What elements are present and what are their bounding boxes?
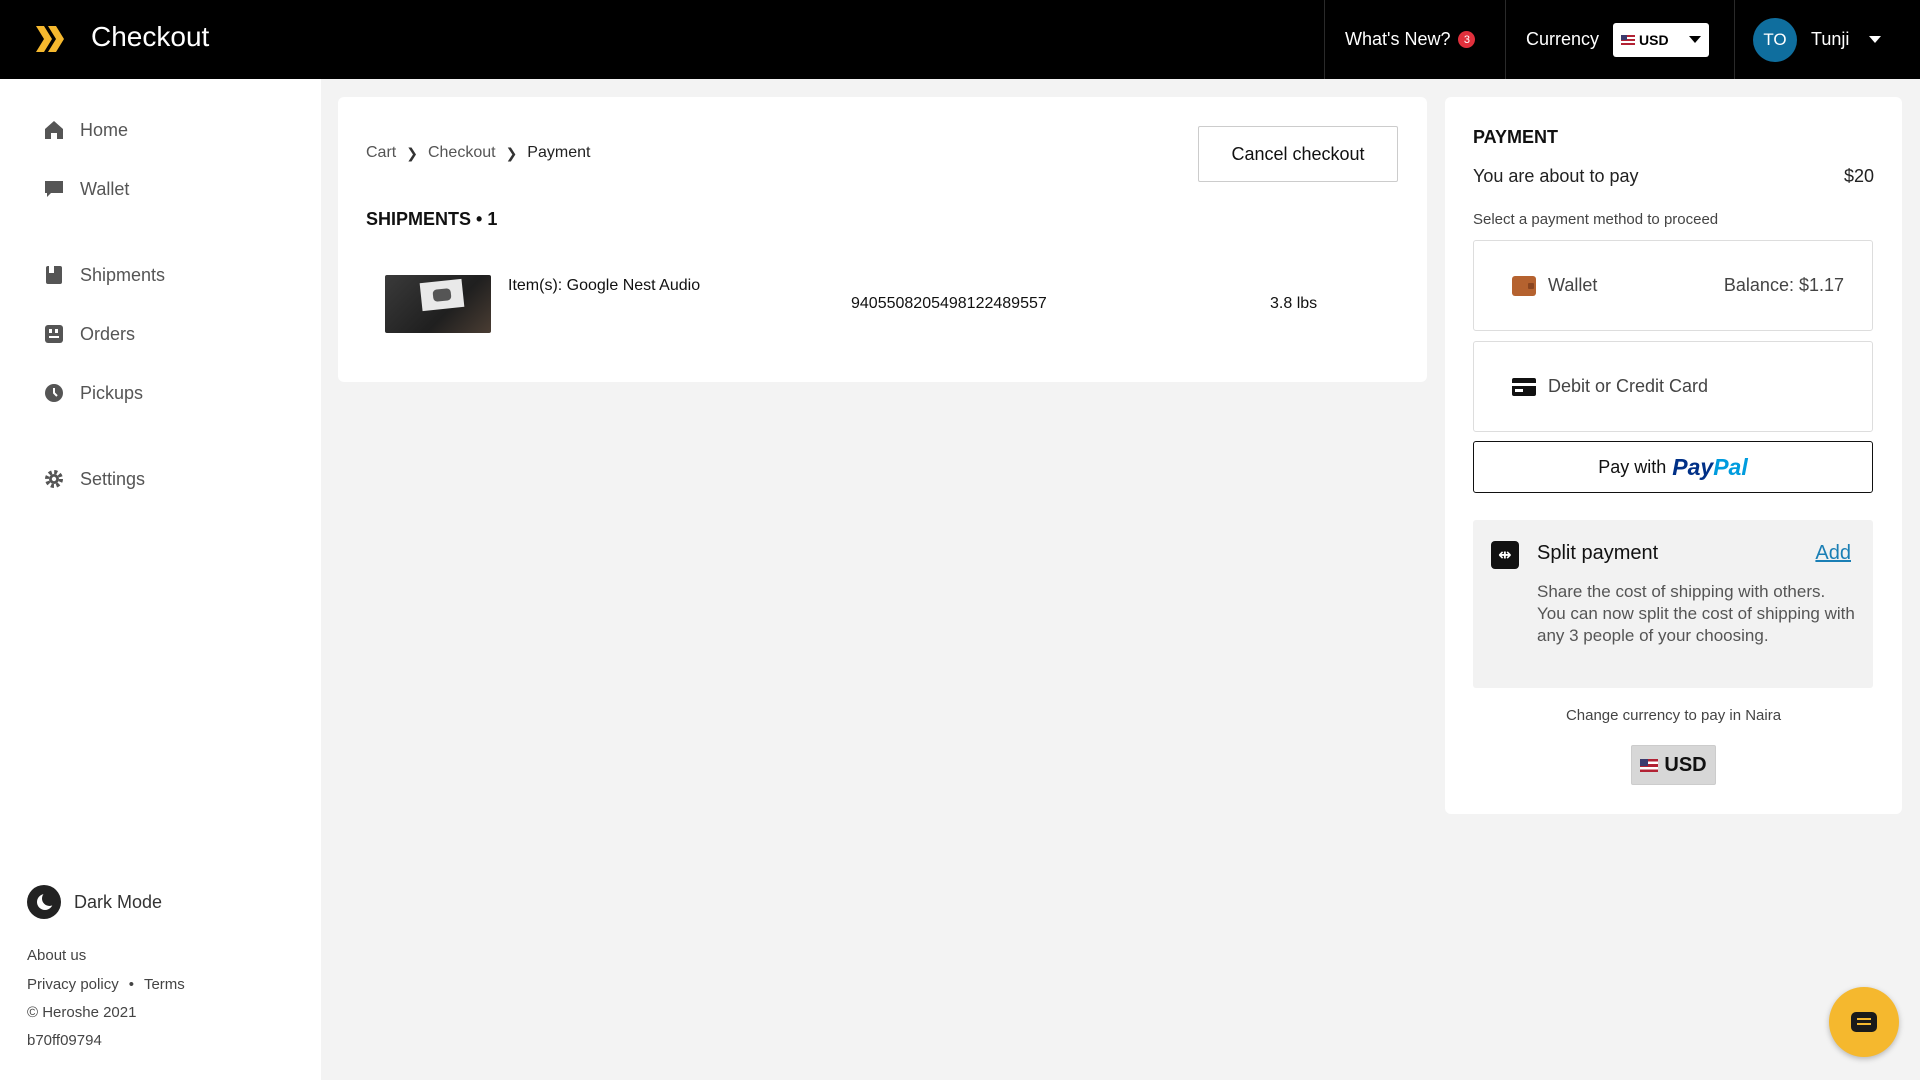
us-flag-icon — [1640, 758, 1659, 772]
card-payment-option[interactable]: Debit or Credit Card — [1473, 341, 1873, 432]
sidebar-item-wallet[interactable]: Wallet — [42, 177, 129, 201]
sidebar-item-shipments[interactable]: Shipments — [42, 263, 165, 287]
currency-select-value: USD — [1639, 31, 1669, 48]
about-us-link[interactable]: About us — [27, 947, 86, 964]
dark-mode-label: Dark Mode — [74, 891, 163, 912]
sidebar-item-label: Shipments — [80, 264, 166, 285]
chevron-down-icon — [1689, 36, 1702, 43]
user-menu[interactable]: TO Tunji — [1734, 0, 1920, 79]
wallet-icon — [42, 177, 66, 201]
card-option-label: Debit or Credit Card — [1548, 376, 1709, 396]
sidebar-item-pickups[interactable]: Pickups — [42, 381, 143, 405]
notification-badge: 3 — [1458, 31, 1476, 48]
gear-icon — [42, 467, 66, 491]
breadcrumb-checkout[interactable]: Checkout — [428, 144, 496, 162]
split-payment-panel: ⇹ Split payment Add Share the cost of sh… — [1473, 520, 1873, 688]
payment-card: PAYMENT You are about to pay $20 Select … — [1445, 97, 1902, 814]
sidebar-item-label: Settings — [80, 468, 146, 489]
footer-separator: • — [128, 976, 134, 993]
product-thumbnail — [385, 275, 491, 333]
terms-link[interactable]: Terms — [144, 976, 185, 993]
clock-icon — [42, 381, 66, 405]
orders-icon — [42, 322, 66, 346]
chevron-down-icon — [1869, 36, 1882, 43]
change-currency-text: Change currency to pay in Naira — [1565, 707, 1782, 724]
chat-icon — [1851, 1012, 1877, 1032]
payment-title: PAYMENT — [1473, 127, 1559, 147]
whats-new-label: What's New? — [1345, 29, 1451, 49]
wallet-payment-option[interactable]: Wallet Balance: $1.17 — [1473, 240, 1873, 331]
logo-icon[interactable] — [34, 24, 66, 54]
whats-new-button[interactable]: What's New? 3 — [1324, 0, 1504, 79]
shipments-card: Cart ❯ Checkout ❯ Payment Cancel checkou… — [338, 97, 1427, 382]
breadcrumb-cart[interactable]: Cart — [366, 144, 396, 162]
avatar: TO — [1753, 17, 1797, 62]
shipments-heading: SHIPMENTS • 1 — [366, 209, 498, 229]
shipments-icon — [42, 263, 66, 287]
sidebar-item-label: Pickups — [80, 382, 144, 403]
top-bar: Checkout What's New? 3 Currency USD TO T… — [0, 0, 1920, 79]
chat-button[interactable] — [1829, 987, 1899, 1057]
shipment-weight: 3.8 lbs — [1270, 295, 1318, 312]
sidebar-item-orders[interactable]: Orders — [42, 322, 135, 346]
wallet-balance: Balance: $1.17 — [1723, 275, 1844, 295]
breadcrumb-payment: Payment — [527, 144, 591, 161]
us-flag-icon — [1621, 34, 1636, 45]
moon-icon — [27, 885, 61, 919]
sidebar-item-settings[interactable]: Settings — [42, 467, 145, 491]
currency-label: Currency — [1526, 29, 1600, 49]
tracking-number: 9405508205498122489557 — [851, 295, 1047, 312]
paypal-button[interactable]: Pay with PayPal — [1473, 441, 1873, 493]
payment-method-hint: Select a payment method to proceed — [1473, 211, 1719, 228]
split-payment-description: Share the cost of shipping with others. … — [1537, 582, 1855, 645]
split-payment-add-link[interactable]: Add — [1815, 542, 1851, 565]
currency-select[interactable]: USD — [1613, 22, 1710, 57]
privacy-policy-link[interactable]: Privacy policy — [27, 976, 119, 993]
wallet-icon — [1512, 275, 1536, 296]
split-payment-title: Split payment — [1537, 542, 1659, 564]
breadcrumb: Cart ❯ Checkout ❯ Payment — [366, 144, 590, 162]
credit-card-icon — [1512, 377, 1536, 396]
currency-section: Currency USD — [1505, 0, 1733, 79]
sidebar-item-label: Orders — [80, 323, 136, 344]
chevron-right-icon: ❯ — [406, 144, 418, 161]
sidebar: Home Wallet Shipments Orders Pickups Set… — [0, 79, 321, 1080]
cancel-checkout-button[interactable]: Cancel checkout — [1198, 126, 1398, 182]
sidebar-item-label: Home — [80, 119, 129, 140]
home-icon — [42, 118, 66, 142]
user-name: Tunji — [1811, 29, 1850, 49]
split-icon: ⇹ — [1491, 541, 1519, 569]
currency-toggle-button[interactable]: USD — [1631, 745, 1716, 785]
page-title: Checkout — [91, 21, 210, 52]
shipment-items: Item(s): Google Nest Audio — [508, 277, 701, 294]
wallet-option-label: Wallet — [1548, 275, 1598, 295]
amount-value: $20 — [1843, 166, 1874, 186]
paypal-logo: PayPal — [1672, 453, 1748, 480]
dark-mode-toggle[interactable]: Dark Mode — [27, 885, 162, 919]
currency-toggle-label: USD — [1664, 753, 1707, 776]
footer-legal-row: Privacy policy • Terms — [27, 976, 185, 993]
paypal-prefix: Pay with — [1598, 456, 1667, 477]
amount-label: You are about to pay — [1473, 166, 1639, 186]
sidebar-item-home[interactable]: Home — [42, 118, 128, 142]
copyright-text: © Heroshe 2021 — [27, 1004, 137, 1021]
chevron-right-icon: ❯ — [505, 144, 518, 161]
sidebar-item-label: Wallet — [80, 178, 130, 199]
build-id: b70ff09794 — [27, 1032, 102, 1049]
